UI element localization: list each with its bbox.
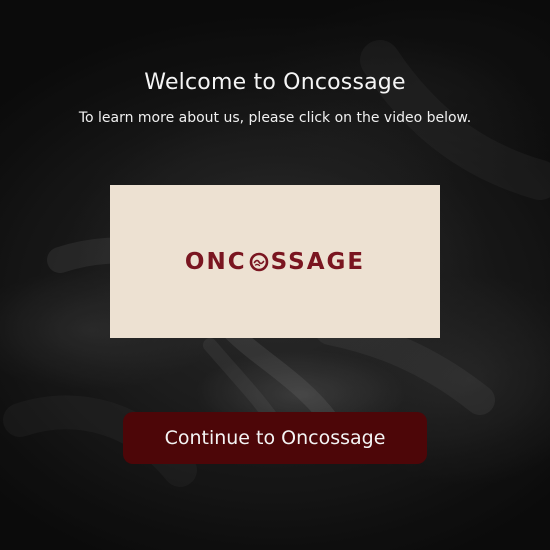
page-subtitle: To learn more about us, please click on … [78,110,472,126]
logo-text-end: SSAGE [270,248,366,275]
continue-button[interactable]: Continue to Oncossage [123,412,427,464]
logo-text-start: ONC [184,248,247,275]
page-title: Welcome to Oncossage [144,70,406,95]
video-player[interactable]: ONC SSAGE [110,185,440,338]
logo-swirl-icon [249,252,269,272]
oncossage-logo: ONC SSAGE [185,249,365,275]
